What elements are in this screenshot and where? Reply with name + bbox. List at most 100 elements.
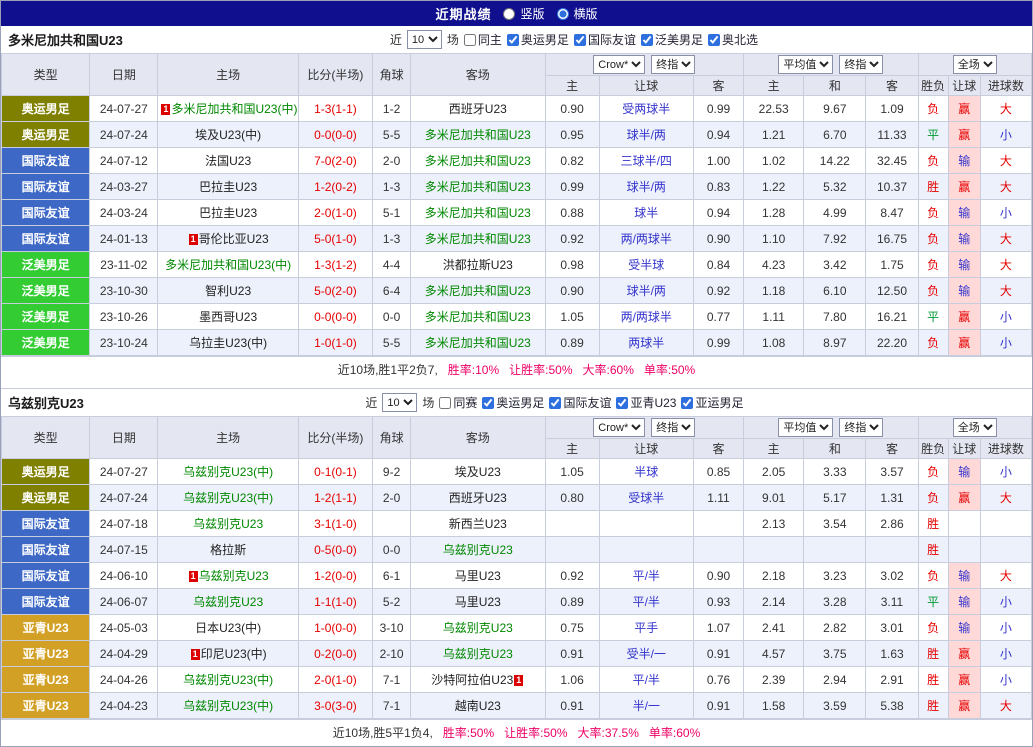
- team-link[interactable]: 巴拉圭U23: [199, 180, 257, 194]
- league-checkbox-input[interactable]: [549, 397, 561, 409]
- odds-handicap-cell: 两/两球半: [599, 304, 693, 330]
- team-link[interactable]: 墨西哥U23: [199, 310, 257, 324]
- team-link[interactable]: 印尼U23(中): [201, 647, 267, 661]
- same-filter-checkbox[interactable]: 同赛: [439, 394, 477, 411]
- team-link[interactable]: 多米尼加共和国U23: [425, 232, 531, 246]
- team-link[interactable]: 多米尼加共和国U23: [425, 206, 531, 220]
- team-link[interactable]: 埃及U23(中): [195, 128, 261, 142]
- team-link[interactable]: 乌拉圭U23(中): [189, 336, 267, 350]
- team-link[interactable]: 哥伦比亚U23: [199, 232, 269, 246]
- odds-away-cell: 0.77: [693, 304, 743, 330]
- summary-stat: 让胜率:50%: [504, 726, 567, 740]
- team-link[interactable]: 沙特阿拉伯U23: [431, 673, 513, 687]
- layout-horizontal-option[interactable]: 横版: [557, 5, 598, 22]
- team-link[interactable]: 西班牙U23: [449, 491, 507, 505]
- col-type-header: 类型: [2, 417, 90, 459]
- team-link[interactable]: 乌兹别克U23(中): [183, 699, 273, 713]
- layout-vertical-option[interactable]: 竖版: [503, 5, 544, 22]
- corner-cell: 9-2: [373, 459, 411, 485]
- team-link[interactable]: 乌兹别克U23: [193, 517, 263, 531]
- away-team-cell: 乌兹别克U23: [411, 641, 545, 667]
- match-date-cell: 23-10-30: [90, 278, 158, 304]
- match-count-select[interactable]: 10: [382, 393, 417, 412]
- league-checkbox-input[interactable]: [641, 34, 653, 46]
- league-filter-checkbox[interactable]: 国际友谊: [549, 394, 611, 411]
- team-link[interactable]: 乌兹别克U23: [199, 569, 269, 583]
- score-cell: 1-3(1-2): [298, 252, 372, 278]
- layout-horizontal-radio[interactable]: [557, 8, 569, 20]
- team-link[interactable]: 马里U23: [455, 595, 501, 609]
- team-link[interactable]: 乌兹别克U23: [443, 647, 513, 661]
- match-date-cell: 23-11-02: [90, 252, 158, 278]
- league-filter-checkbox[interactable]: 奥北选: [708, 31, 758, 48]
- sub-avg-home-header: 主: [744, 439, 804, 459]
- match-date-cell: 24-05-03: [90, 615, 158, 641]
- league-checkbox-input[interactable]: [574, 34, 586, 46]
- scope-select[interactable]: 全场: [953, 418, 997, 437]
- match-row: 泛美男足23-10-24乌拉圭U23(中)1-0(1-0)5-5多米尼加共和国U…: [2, 330, 1032, 356]
- team-link[interactable]: 埃及U23: [455, 465, 501, 479]
- same-checkbox-input[interactable]: [464, 34, 476, 46]
- team-link[interactable]: 西班牙U23: [449, 102, 507, 116]
- league-filter-checkbox[interactable]: 亚青U23: [616, 394, 676, 411]
- average-kind-select[interactable]: 终指: [839, 418, 883, 437]
- avg-draw-cell: 7.92: [804, 226, 866, 252]
- odds-source-select[interactable]: Crow*: [593, 418, 645, 437]
- team-link[interactable]: 乌兹别克U23(中): [183, 673, 273, 687]
- team-link[interactable]: 日本U23(中): [195, 621, 261, 635]
- team-link[interactable]: 马里U23: [455, 569, 501, 583]
- avg-away-cell: 11.33: [866, 122, 918, 148]
- team-link[interactable]: 智利U23: [205, 284, 251, 298]
- team-link[interactable]: 新西兰U23: [449, 517, 507, 531]
- league-checkbox-input[interactable]: [507, 34, 519, 46]
- team-link[interactable]: 乌兹别克U23: [193, 595, 263, 609]
- league-filter-checkbox[interactable]: 奥运男足: [507, 31, 569, 48]
- league-checkbox-input[interactable]: [482, 397, 494, 409]
- team-link[interactable]: 乌兹别克U23(中): [183, 465, 273, 479]
- team-link[interactable]: 乌兹别克U23(中): [183, 491, 273, 505]
- average-source-select[interactable]: 平均值: [778, 55, 833, 74]
- home-team-cell: 1印尼U23(中): [158, 641, 298, 667]
- league-filter-checkbox[interactable]: 国际友谊: [574, 31, 636, 48]
- league-checkbox-input[interactable]: [616, 397, 628, 409]
- team-link[interactable]: 多米尼加共和国U23: [425, 180, 531, 194]
- odds-source-select[interactable]: Crow*: [593, 55, 645, 74]
- team-link[interactable]: 法国U23: [205, 154, 251, 168]
- average-source-select[interactable]: 平均值: [778, 418, 833, 437]
- results-table: 类型日期主场比分(半场)角球客场Crow*终指平均值终指全场主让球客主和客胜负让…: [1, 53, 1032, 356]
- avg-away-cell: 3.57: [866, 459, 918, 485]
- team-link[interactable]: 多米尼加共和国U23: [425, 336, 531, 350]
- team-link[interactable]: 格拉斯: [210, 543, 246, 557]
- league-filter-checkbox[interactable]: 亚运男足: [681, 394, 743, 411]
- scope-select[interactable]: 全场: [953, 55, 997, 74]
- odds-kind-select[interactable]: 终指: [651, 55, 695, 74]
- match-row: 国际友谊24-03-24巴拉圭U232-0(1-0)5-1多米尼加共和国U230…: [2, 200, 1032, 226]
- league-filter-checkbox[interactable]: 奥运男足: [482, 394, 544, 411]
- sub-avg-away-header: 客: [866, 76, 918, 96]
- match-count-select[interactable]: 10: [407, 30, 442, 49]
- layout-vertical-radio[interactable]: [503, 8, 515, 20]
- team-link[interactable]: 多米尼加共和国U23: [425, 128, 531, 142]
- team-link[interactable]: 乌兹别克U23: [443, 543, 513, 557]
- average-kind-select[interactable]: 终指: [839, 55, 883, 74]
- league-checkbox-input[interactable]: [681, 397, 693, 409]
- home-team-cell: 乌兹别克U23: [158, 589, 298, 615]
- odds-away-cell: 0.99: [693, 330, 743, 356]
- same-checkbox-input[interactable]: [439, 397, 451, 409]
- league-filter-checkbox[interactable]: 泛美男足: [641, 31, 703, 48]
- team-link[interactable]: 多米尼加共和国U23(中): [171, 102, 297, 116]
- score-cell: 5-0(1-0): [298, 226, 372, 252]
- team-link[interactable]: 多米尼加共和国U23: [425, 154, 531, 168]
- team-link[interactable]: 巴拉圭U23: [199, 206, 257, 220]
- team-link[interactable]: 多米尼加共和国U23(中): [165, 258, 291, 272]
- team-link[interactable]: 乌兹别克U23: [443, 621, 513, 635]
- team-link[interactable]: 洪都拉斯U23: [443, 258, 513, 272]
- team-link[interactable]: 多米尼加共和国U23: [425, 310, 531, 324]
- odds-home-cell: 1.06: [545, 667, 599, 693]
- team-link[interactable]: 越南U23: [455, 699, 501, 713]
- avg-home-cell: 2.05: [744, 459, 804, 485]
- same-filter-checkbox[interactable]: 同主: [464, 31, 502, 48]
- league-checkbox-input[interactable]: [708, 34, 720, 46]
- team-link[interactable]: 多米尼加共和国U23: [425, 284, 531, 298]
- odds-kind-select[interactable]: 终指: [651, 418, 695, 437]
